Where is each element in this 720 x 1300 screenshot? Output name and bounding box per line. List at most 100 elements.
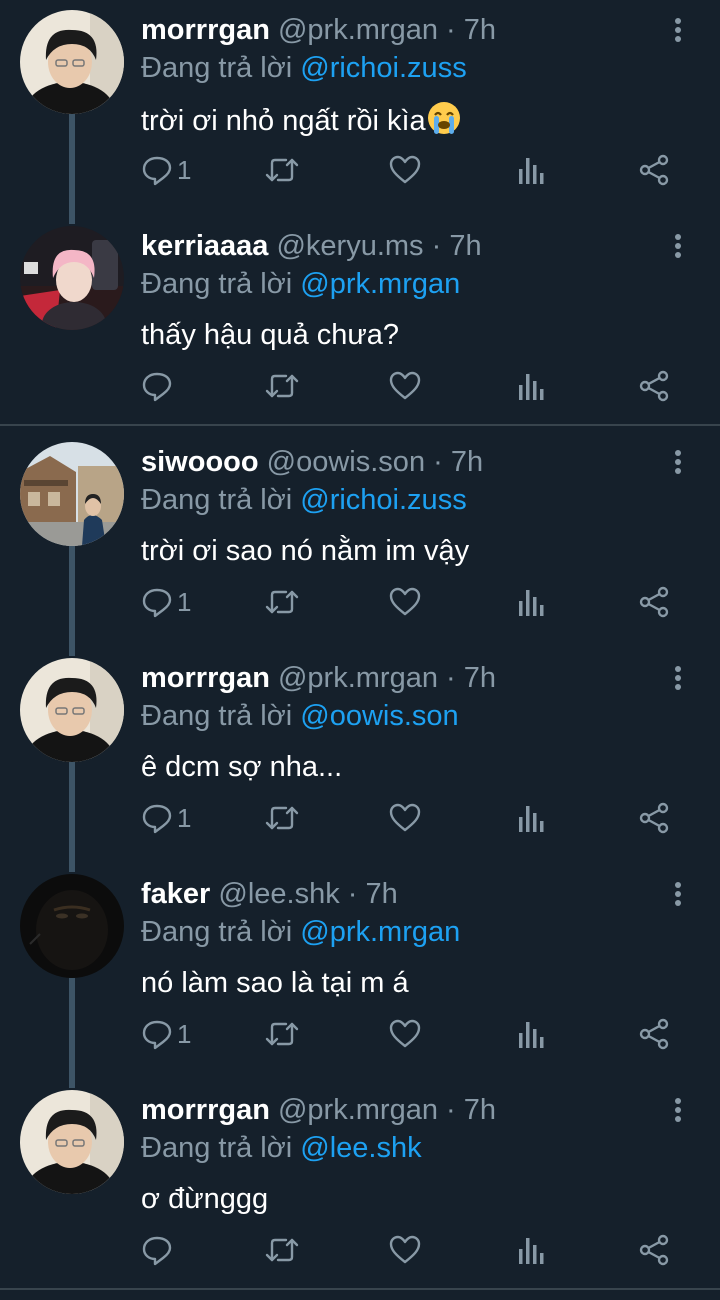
tweet-header: kerriaaaa @keryu.ms · 7h [141,228,482,264]
retweet-button[interactable] [264,582,300,622]
replying-to: Đang trả lời @prk.mrgan [141,266,460,302]
replying-to-handle[interactable]: @richoi.zuss [300,52,466,84]
tweet[interactable]: morrrgan @prk.mrgan · 7h Đang trả lời @l… [0,1080,720,1296]
tweet-text-content: trời ơi sao nó nằm im vậy [141,535,470,567]
replying-to-handle[interactable]: @prk.mrgan [300,916,460,948]
timestamp[interactable]: 7h [449,230,481,262]
timestamp[interactable]: 7h [451,446,483,478]
share-button[interactable] [638,150,670,190]
retweet-button[interactable] [264,1014,300,1054]
handle[interactable]: @prk.mrgan [278,14,438,46]
tweet-text-content: ơ đừnggg [141,1183,269,1215]
analytics-button[interactable] [517,798,545,838]
like-button[interactable] [389,366,421,406]
reply-count: 1 [177,802,192,833]
tweet[interactable]: morrrgan @prk.mrgan · 7h Đang trả lời @o… [0,648,720,872]
like-button[interactable] [389,582,421,622]
like-button[interactable] [389,150,421,190]
reply-count: 1 [177,586,192,617]
handle[interactable]: @keryu.ms [276,230,423,262]
display-name[interactable]: morrrgan [141,1094,270,1126]
avatar[interactable] [20,1090,124,1194]
avatar[interactable] [20,10,124,114]
share-icon [639,586,669,618]
like-button[interactable] [389,798,421,838]
display-name[interactable]: siwoooo [141,446,259,478]
retweet-button[interactable] [264,150,300,190]
reply-button[interactable]: 1 [141,582,191,622]
more-options-icon[interactable] [664,664,692,692]
separator-dot: · [347,878,358,910]
share-button[interactable] [638,366,670,406]
reply-button[interactable]: 1 [141,1014,191,1054]
more-options-icon[interactable] [664,232,692,260]
analytics-button[interactable] [517,1230,545,1270]
share-button[interactable] [638,798,670,838]
retweet-icon [265,374,299,398]
analytics-button[interactable] [517,366,545,406]
handle[interactable]: @prk.mrgan [278,662,438,694]
share-button[interactable] [638,1230,670,1270]
retweet-icon [265,806,299,830]
more-options-icon[interactable] [664,16,692,44]
handle[interactable]: @oowis.son [267,446,425,478]
reply-button[interactable] [141,366,177,406]
tweet-text: nó làm sao là tại m á [141,964,409,1002]
avatar[interactable] [20,874,124,978]
tweet[interactable]: siwoooo @oowis.son · 7h Đang trả lời @ri… [0,432,720,656]
share-button[interactable] [638,1014,670,1054]
share-button[interactable] [638,582,670,622]
replying-to: Đang trả lời @prk.mrgan [141,914,460,950]
action-bar: 1 [0,1014,720,1054]
timestamp[interactable]: 7h [366,878,398,910]
handle[interactable]: @lee.shk [218,878,339,910]
replying-to-handle[interactable]: @lee.shk [300,1132,421,1164]
retweet-button[interactable] [264,366,300,406]
replying-to: Đang trả lời @lee.shk [141,1130,422,1166]
divider [0,424,720,426]
share-icon [639,154,669,186]
avatar[interactable] [20,658,124,762]
tweet-header: morrrgan @prk.mrgan · 7h [141,12,496,48]
analytics-button[interactable] [517,582,545,622]
display-name[interactable]: morrrgan [141,662,270,694]
analytics-button[interactable] [517,1014,545,1054]
like-button[interactable] [389,1014,421,1054]
timestamp[interactable]: 7h [464,1094,496,1126]
share-icon [639,370,669,402]
tweet[interactable]: faker @lee.shk · 7h Đang trả lời @prk.mr… [0,864,720,1088]
timestamp[interactable]: 7h [464,14,496,46]
tweet[interactable]: kerriaaaa @keryu.ms · 7h Đang trả lời @p… [0,216,720,432]
avatar[interactable] [20,442,124,546]
reply-button[interactable]: 1 [141,798,191,838]
replying-to-handle[interactable]: @oowis.son [300,700,458,732]
replying-to-label: Đang trả lời [141,916,293,948]
analytics-icon [519,1238,544,1264]
heart-icon [389,803,421,832]
tweet[interactable]: morrrgan @prk.mrgan · 7h Đang trả lời @r… [0,0,720,224]
tweet-text: ê dcm sợ nha... [141,748,342,786]
reply-button[interactable] [141,1230,177,1270]
more-options-icon[interactable] [664,1096,692,1124]
replying-to-handle[interactable]: @prk.mrgan [300,268,460,300]
retweet-button[interactable] [264,1230,300,1270]
timestamp[interactable]: 7h [464,662,496,694]
retweet-button[interactable] [264,798,300,838]
reply-icon [142,588,172,618]
display-name[interactable]: faker [141,878,210,910]
reply-button[interactable]: 1 [141,150,191,190]
action-bar: 1 [0,582,720,622]
handle[interactable]: @prk.mrgan [278,1094,438,1126]
reply-timeline: morrrgan @prk.mrgan · 7h Đang trả lời @r… [0,0,720,1300]
share-icon [639,802,669,834]
reply-icon [142,804,172,834]
display-name[interactable]: kerriaaaa [141,230,268,262]
display-name[interactable]: morrrgan [141,14,270,46]
more-options-icon[interactable] [664,880,692,908]
replying-to-handle[interactable]: @richoi.zuss [300,484,466,516]
more-options-icon[interactable] [664,448,692,476]
like-button[interactable] [389,1230,421,1270]
analytics-button[interactable] [517,150,545,190]
heart-icon [389,587,421,616]
avatar[interactable] [20,226,124,330]
